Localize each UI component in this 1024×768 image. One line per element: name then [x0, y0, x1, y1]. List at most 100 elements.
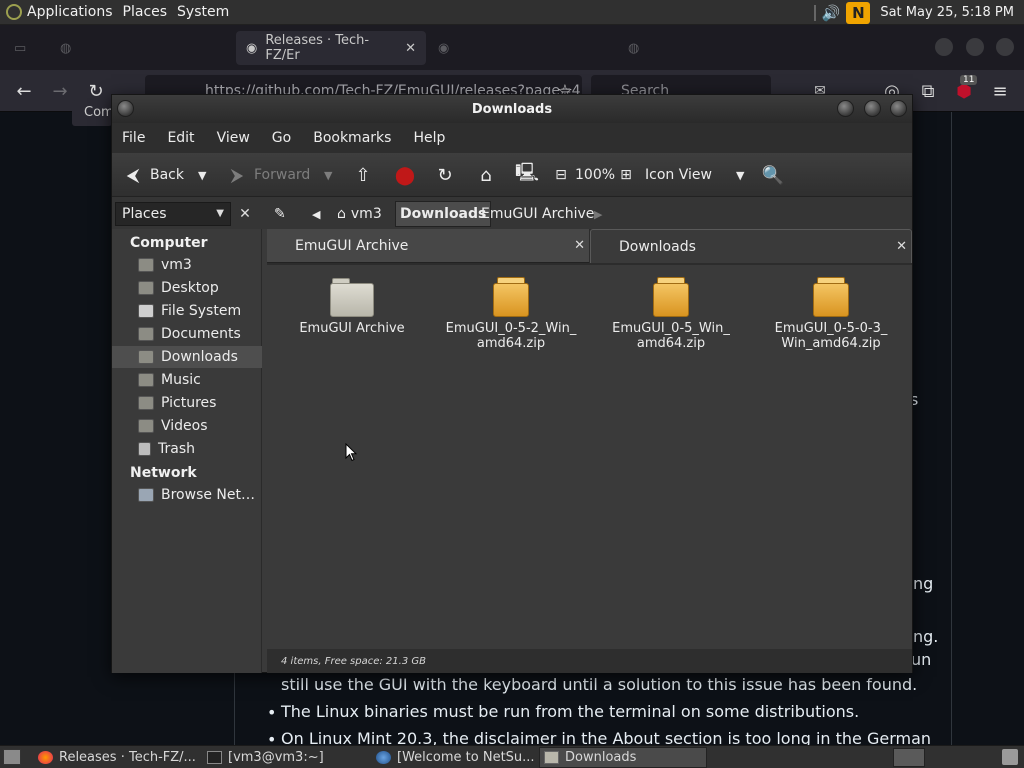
- show-desktop-icon[interactable]: [3, 749, 21, 765]
- forward-history-dropdown[interactable]: ▼: [324, 153, 332, 197]
- icon-view: EmuGUI Archive EmuGUI_0-5-2_Win_ amd64.z…: [267, 265, 912, 649]
- sidebar-item-downloads[interactable]: Downloads: [112, 346, 262, 368]
- places-menu[interactable]: Places: [118, 0, 173, 25]
- menu-view[interactable]: View: [217, 130, 250, 146]
- taskbar-item-firefox[interactable]: Releases · Tech-FZ/...: [34, 747, 200, 768]
- window-titlebar[interactable]: Downloads: [112, 95, 912, 123]
- search-button[interactable]: 🔍: [762, 153, 784, 197]
- back-button[interactable]: ⮜ Back: [122, 153, 184, 197]
- hamburger-menu-icon[interactable]: ≡: [989, 80, 1011, 102]
- file-name: EmuGUI_0-5-0-3_ Win_amd64.zip: [774, 321, 888, 351]
- extensions-icon[interactable]: ⧉: [917, 80, 939, 102]
- volume-icon[interactable]: 🔊: [822, 4, 841, 22]
- zoom-out-button[interactable]: ⊟: [550, 153, 572, 197]
- workspace-switcher-icon[interactable]: [893, 748, 925, 767]
- sidebar-item-file-system[interactable]: File System: [112, 300, 262, 322]
- release-note-line: The Linux binaries must be run from the …: [281, 702, 860, 721]
- page-text-fragment: ng.: [913, 627, 939, 646]
- extension-badge: 11: [960, 75, 978, 85]
- sidebar-item-label: File System: [161, 303, 242, 319]
- maximize-icon[interactable]: [864, 100, 881, 117]
- tab-emugui-archive[interactable]: EmuGUI Archive ✕: [267, 229, 589, 263]
- drive-icon: [138, 304, 154, 318]
- breadcrumb-label: vm3: [350, 206, 382, 222]
- zoom-in-button[interactable]: ⊞: [615, 153, 637, 197]
- close-icon[interactable]: ✕: [405, 41, 416, 56]
- sidebar-item-pictures[interactable]: Pictures: [112, 392, 262, 414]
- stop-button[interactable]: ⬤: [394, 153, 416, 197]
- places-selector[interactable]: Places ▼: [115, 202, 231, 226]
- close-icon[interactable]: ✕: [896, 239, 907, 254]
- sidebar-item-label: Documents: [161, 326, 241, 342]
- menu-logo-icon[interactable]: [6, 4, 22, 20]
- home-button[interactable]: ⌂: [475, 153, 497, 197]
- minimize-icon[interactable]: [935, 38, 953, 56]
- sidebar-item-music[interactable]: Music: [112, 369, 262, 391]
- forward-arrow-icon[interactable]: →: [49, 80, 71, 102]
- browser-tab-other[interactable]: ◍: [618, 31, 649, 65]
- window-menu-icon[interactable]: [117, 100, 134, 117]
- system-menu[interactable]: System: [172, 0, 234, 25]
- menubar: File Edit View Go Bookmarks Help: [112, 123, 912, 153]
- menu-go[interactable]: Go: [272, 130, 291, 146]
- menu-file[interactable]: File: [122, 130, 145, 146]
- back-arrow-icon[interactable]: ←: [13, 80, 35, 102]
- package-icon: [489, 277, 533, 317]
- breadcrumb-emugui-archive[interactable]: EmuGUI Archive: [477, 201, 598, 227]
- reload-button[interactable]: ↻: [434, 153, 456, 197]
- file-item-emugui-0-5-2[interactable]: EmuGUI_0-5-2_Win_ amd64.zip: [436, 277, 586, 351]
- browser-tab-overview[interactable]: ▭: [4, 31, 36, 65]
- file-manager-tabs: EmuGUI Archive ✕ Downloads ✕: [267, 229, 912, 265]
- view-mode-select[interactable]: Icon View: [645, 153, 712, 197]
- computer-button[interactable]: 🖳: [515, 153, 539, 197]
- taskbar-item-terminal[interactable]: [vm3@vm3:~]: [203, 747, 369, 768]
- file-item-emugui-archive[interactable]: EmuGUI Archive: [277, 277, 427, 336]
- maximize-icon[interactable]: [966, 38, 984, 56]
- close-icon[interactable]: ✕: [574, 238, 585, 253]
- trash-applet-icon[interactable]: [1002, 749, 1018, 765]
- browser-tab-inactive[interactable]: ◍: [50, 31, 81, 65]
- documents-folder-icon: [138, 327, 154, 341]
- tab-downloads[interactable]: Downloads ✕: [590, 229, 912, 263]
- browser-tab-github[interactable]: ◉: [428, 31, 459, 65]
- taskbar-item-downloads[interactable]: Downloads: [539, 747, 707, 768]
- breadcrumb-vm3[interactable]: ⌂ vm3: [333, 201, 386, 227]
- close-window-icon[interactable]: [996, 38, 1014, 56]
- sidebar-item-browse-network[interactable]: Browse Net…: [112, 484, 262, 506]
- taskbar-label: [vm3@vm3:~]: [228, 750, 324, 765]
- github-icon: ◉: [246, 40, 258, 56]
- back-history-dropdown[interactable]: ▼: [198, 153, 206, 197]
- reload-icon[interactable]: ↻: [85, 80, 107, 102]
- toggle-location-entry-button[interactable]: ✎: [270, 201, 290, 227]
- file-item-emugui-0-5[interactable]: EmuGUI_0-5_Win_ amd64.zip: [596, 277, 746, 351]
- close-sidebar-icon[interactable]: ✕: [234, 202, 256, 226]
- browser-tab-releases[interactable]: ◉ Releases · Tech-FZ/Er ✕: [236, 31, 426, 65]
- sidebar-item-videos[interactable]: Videos: [112, 415, 262, 437]
- file-item-emugui-0-5-0-3[interactable]: EmuGUI_0-5-0-3_ Win_amd64.zip: [756, 277, 906, 351]
- chevron-down-icon: ▼: [216, 208, 224, 219]
- breadcrumb-right-arrow[interactable]: ▶: [590, 201, 606, 227]
- breadcrumb-left-arrow[interactable]: ◀: [308, 201, 324, 227]
- taskbar-item-netsurf[interactable]: [Welcome to NetSu...: [372, 747, 538, 768]
- view-mode-dropdown[interactable]: ▼: [736, 153, 744, 197]
- menu-bookmarks[interactable]: Bookmarks: [313, 130, 391, 146]
- minimize-icon[interactable]: [837, 100, 854, 117]
- clock[interactable]: Sat May 25, 5:18 PM: [880, 5, 1014, 20]
- sidebar-item-vm3[interactable]: vm3: [112, 254, 262, 276]
- zoom-out-icon: ⊟: [555, 167, 567, 183]
- sidebar-item-documents[interactable]: Documents: [112, 323, 262, 345]
- sidebar-item-trash[interactable]: Trash: [112, 438, 262, 460]
- close-icon[interactable]: [890, 100, 907, 117]
- network-status-icon[interactable]: N: [846, 1, 871, 24]
- separator-icon: [813, 4, 816, 21]
- search-icon: 🔍: [761, 164, 785, 186]
- forward-button[interactable]: ⮞ Forward: [226, 153, 310, 197]
- menu-edit[interactable]: Edit: [167, 130, 194, 146]
- menu-help[interactable]: Help: [413, 130, 445, 146]
- applications-menu[interactable]: Applications: [22, 0, 118, 25]
- sidebar-item-desktop[interactable]: Desktop: [112, 277, 262, 299]
- home-folder-icon: [138, 258, 154, 272]
- taskbar-label: [Welcome to NetSu...: [397, 750, 535, 765]
- sidebar-item-label: Videos: [161, 418, 208, 434]
- up-button[interactable]: ⇧: [352, 153, 374, 197]
